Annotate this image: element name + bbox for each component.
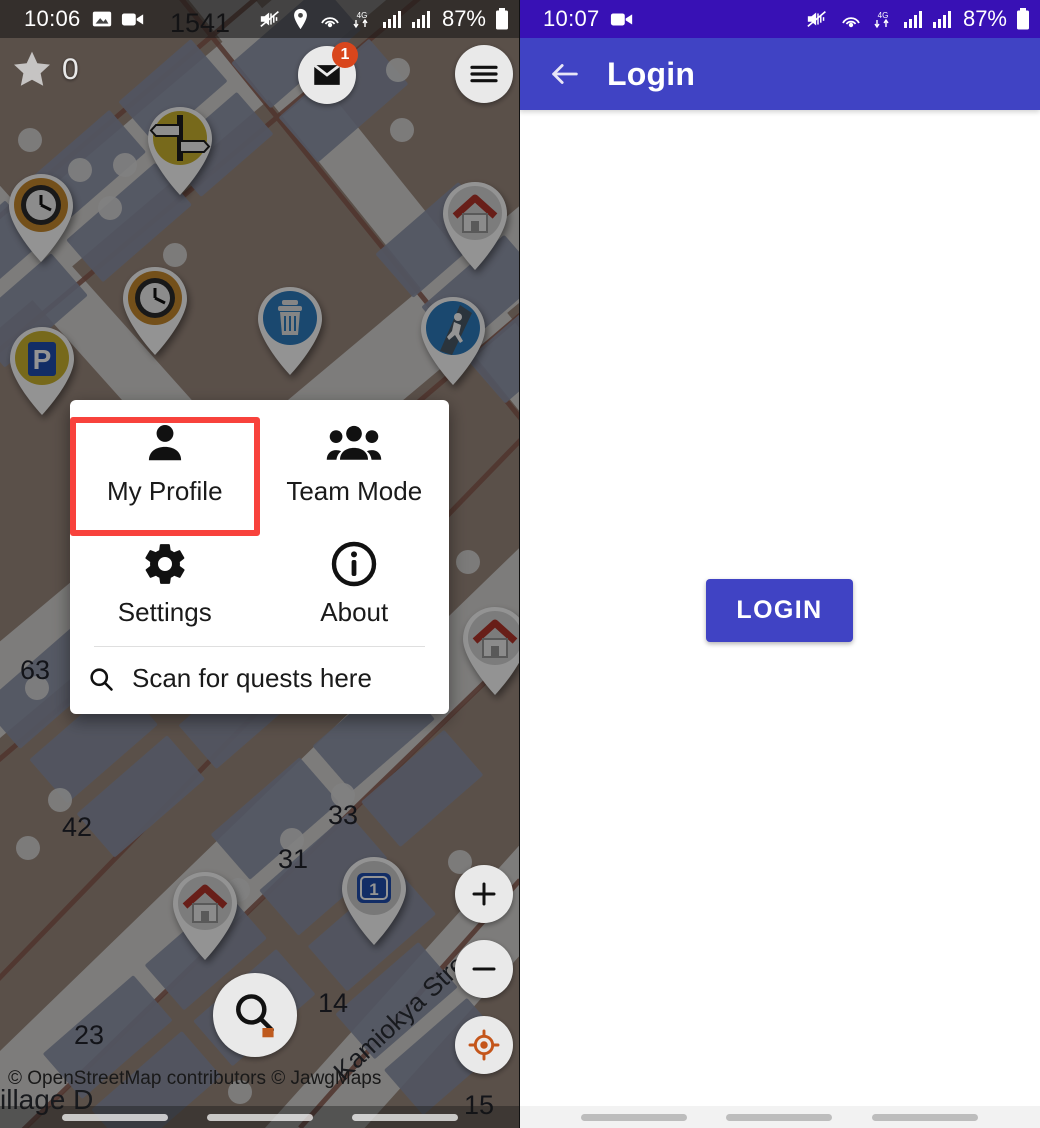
house-pin[interactable] xyxy=(168,870,242,962)
housenumber-label: 33 xyxy=(328,800,359,830)
right-status-bar: 10:07 4G 87% xyxy=(519,0,1040,38)
svg-text:1: 1 xyxy=(369,880,378,899)
star-count-label: 0 xyxy=(62,53,79,86)
star-counter[interactable]: 0 xyxy=(10,48,79,92)
dual-screenshot: 1541 63 42 33 31 23 14 15 Kamiokya Stree… xyxy=(0,0,1040,1128)
screen-record-icon xyxy=(610,13,632,26)
people-icon xyxy=(326,418,382,468)
battery-icon xyxy=(496,8,508,30)
image-icon xyxy=(92,11,111,27)
housenumber-label: 63 xyxy=(20,655,51,685)
battery-percent-label: 87% xyxy=(962,6,1007,31)
menu-item-label: About xyxy=(320,597,389,627)
page-title: Login xyxy=(607,55,696,92)
status-notification-icons xyxy=(91,8,145,30)
map-attribution: © OpenStreetMap contributors © JawgMaps xyxy=(8,1068,382,1089)
4g-icon: 4G xyxy=(353,11,368,29)
signal-2-icon xyxy=(411,11,430,28)
battery-icon xyxy=(1017,8,1029,30)
left-status-bar: 10:06 4G 87% xyxy=(0,0,519,38)
scan-for-quests-label: Scan for quests here xyxy=(132,663,372,693)
signal-2-icon xyxy=(932,11,951,28)
hotspot-icon xyxy=(321,17,339,28)
person-icon xyxy=(141,418,189,468)
nav-recents-bar[interactable] xyxy=(872,1113,979,1121)
login-screen: 10:07 4G 87% Login LOGIN xyxy=(519,0,1040,1128)
login-button[interactable]: LOGIN xyxy=(706,578,853,642)
signpost-pin[interactable] xyxy=(143,105,217,197)
house-pin[interactable] xyxy=(458,605,519,697)
trash-pin[interactable] xyxy=(253,285,327,377)
search-icon xyxy=(70,665,132,693)
housenumber-label: 31 xyxy=(278,844,309,874)
mute-vibrate-icon xyxy=(260,10,279,28)
status-time: 10:06 xyxy=(24,6,81,31)
zoom-in-button[interactable] xyxy=(455,865,513,923)
clock-pin[interactable] xyxy=(118,265,192,357)
battery-percent-label: 87% xyxy=(441,6,486,31)
search-icon xyxy=(236,994,274,1038)
location-icon xyxy=(294,8,307,30)
map-screen: 1541 63 42 33 31 23 14 15 Kamiokya Stree… xyxy=(0,0,519,1128)
locate-me-button[interactable] xyxy=(455,1016,513,1074)
menu-grid: My Profile Team Mode Settings About xyxy=(70,400,449,642)
svg-text:4G: 4G xyxy=(357,11,368,20)
parking-pin[interactable]: P xyxy=(5,325,79,417)
left-gesture-navbar[interactable] xyxy=(0,1106,519,1128)
quest-search-button[interactable] xyxy=(213,973,297,1057)
menu-item-label: Team Mode xyxy=(286,476,423,506)
right-gesture-navbar[interactable] xyxy=(519,1106,1040,1128)
minus-icon xyxy=(472,967,496,971)
housenumber-label: 42 xyxy=(62,812,93,842)
messages-button[interactable]: 1 xyxy=(298,42,358,104)
menu-item-my-profile[interactable]: My Profile xyxy=(70,400,260,521)
signal-1-icon xyxy=(382,11,401,28)
status-system-icons: 4G 87% xyxy=(259,6,509,32)
menu-item-team-mode[interactable]: Team Mode xyxy=(260,400,450,521)
status-system-icons: 4G 87% xyxy=(806,6,1030,32)
menu-item-scan-for-quests[interactable]: Scan for quests here xyxy=(70,647,449,714)
panel-divider xyxy=(519,0,520,1128)
login-appbar: Login xyxy=(519,38,1040,110)
back-button[interactable] xyxy=(541,57,589,91)
star-icon xyxy=(10,48,54,92)
housenumber-label: 23 xyxy=(74,1020,105,1050)
info-icon xyxy=(330,539,378,589)
gear-icon xyxy=(141,539,189,589)
hamburger-icon xyxy=(470,65,498,83)
arrow-left-icon xyxy=(552,64,578,84)
zoom-out-button[interactable] xyxy=(455,940,513,998)
nav-back-bar[interactable] xyxy=(61,1113,168,1121)
svg-text:P: P xyxy=(33,344,52,375)
mute-vibrate-icon xyxy=(807,10,826,28)
svg-text:4G: 4G xyxy=(878,11,889,20)
gps-crosshair-icon xyxy=(468,1029,500,1061)
status-notification-icons xyxy=(610,8,634,30)
status-time: 10:07 xyxy=(543,6,600,31)
menu-item-settings[interactable]: Settings xyxy=(70,521,260,642)
menu-item-label: Settings xyxy=(117,597,212,627)
main-menu-button[interactable] xyxy=(455,45,513,103)
main-menu-popup: My Profile Team Mode Settings About Scan… xyxy=(70,400,449,714)
nav-recents-bar[interactable] xyxy=(351,1113,458,1121)
menu-item-about[interactable]: About xyxy=(260,521,450,642)
crossing-pin[interactable] xyxy=(416,295,490,387)
house-pin[interactable] xyxy=(438,180,512,272)
mail-badge: 1 xyxy=(332,42,358,68)
housenumber-label: 14 xyxy=(318,988,349,1018)
screen-record-icon xyxy=(121,13,143,26)
hotspot-icon xyxy=(842,17,860,28)
nav-home-bar[interactable] xyxy=(726,1113,833,1121)
4g-icon: 4G xyxy=(874,11,889,29)
menu-item-label: My Profile xyxy=(106,476,223,506)
clock-pin[interactable] xyxy=(4,172,78,264)
housenumber-pin[interactable]: 1 xyxy=(337,855,411,947)
login-content: LOGIN xyxy=(519,110,1040,1110)
nav-back-bar[interactable] xyxy=(580,1113,687,1121)
signal-1-icon xyxy=(903,11,922,28)
nav-home-bar[interactable] xyxy=(206,1113,313,1121)
plus-icon xyxy=(472,882,496,906)
